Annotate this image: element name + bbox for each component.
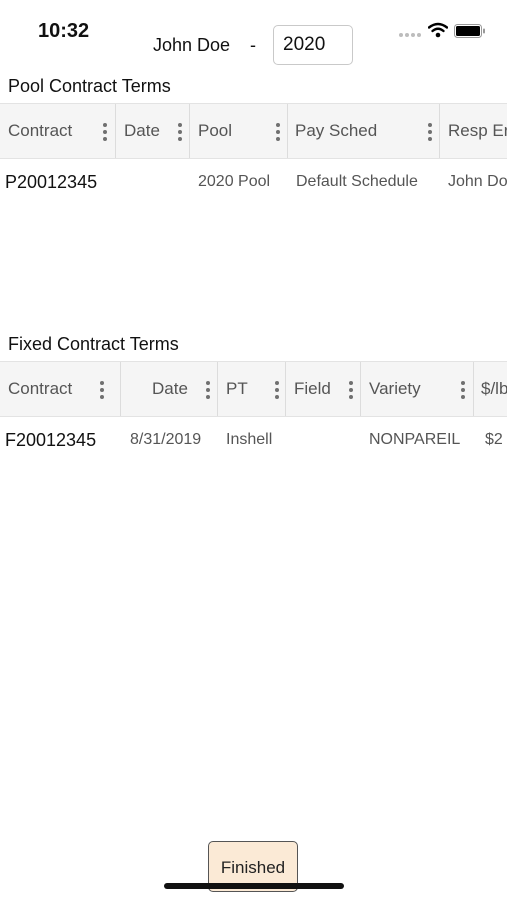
fixed-col-contract[interactable]: Contract [0, 362, 121, 416]
table-row[interactable]: F20012345 8/31/2019 Inshell NONPAREIL $2 [0, 420, 507, 460]
fixed-col-pt[interactable]: PT [218, 362, 286, 416]
fixed-col-date[interactable]: Date [121, 362, 218, 416]
pool-col-pay-sched[interactable]: Pay Sched [288, 104, 440, 158]
status-time: 10:32 [38, 20, 90, 42]
column-menu-icon[interactable] [276, 123, 280, 141]
pool-col-date[interactable]: Date [116, 104, 190, 158]
pool-grid-header: Contract Date Pool Pay Sched Resp Er [0, 103, 507, 159]
cell-date: 8/31/2019 [130, 431, 202, 448]
year-field[interactable]: 2020 [273, 25, 353, 65]
cell-price: $2 [485, 431, 503, 448]
pool-col-pool[interactable]: Pool [190, 104, 288, 158]
fixed-section-title: Fixed Contract Terms [8, 334, 179, 354]
cell-pool: 2020 Pool [198, 173, 271, 190]
cell-pay-sched: Default Schedule [296, 173, 418, 190]
fixed-col-variety[interactable]: Variety [361, 362, 474, 416]
cellular-signal-icon [399, 33, 421, 37]
cell-pt: Inshell [226, 431, 273, 448]
battery-icon [454, 24, 485, 38]
column-menu-icon[interactable] [206, 381, 210, 399]
fixed-col-field[interactable]: Field [286, 362, 361, 416]
column-menu-icon[interactable] [178, 123, 182, 141]
cell-contract: F20012345 [5, 430, 97, 450]
wifi-icon [428, 22, 448, 38]
column-menu-icon[interactable] [275, 381, 279, 399]
pool-col-resp[interactable]: Resp Er [440, 104, 507, 158]
user-name: John Doe [153, 35, 231, 55]
column-menu-icon[interactable] [100, 381, 104, 399]
table-row[interactable]: P20012345 2020 Pool Default Schedule Joh… [0, 162, 507, 202]
column-menu-icon[interactable] [428, 123, 432, 141]
fixed-grid-header: Contract Date PT Field Variety $/lb [0, 361, 507, 417]
column-menu-icon[interactable] [349, 381, 353, 399]
fixed-col-price[interactable]: $/lb [474, 362, 507, 416]
column-menu-icon[interactable] [461, 381, 465, 399]
cell-contract: P20012345 [5, 172, 98, 192]
pool-col-contract[interactable]: Contract [0, 104, 116, 158]
cell-resp: John Do [448, 173, 507, 190]
cell-variety: NONPAREIL [369, 431, 461, 448]
column-menu-icon[interactable] [103, 123, 107, 141]
pool-section-title: Pool Contract Terms [8, 76, 171, 96]
home-indicator[interactable] [164, 883, 344, 889]
header-separator: - [250, 35, 256, 55]
